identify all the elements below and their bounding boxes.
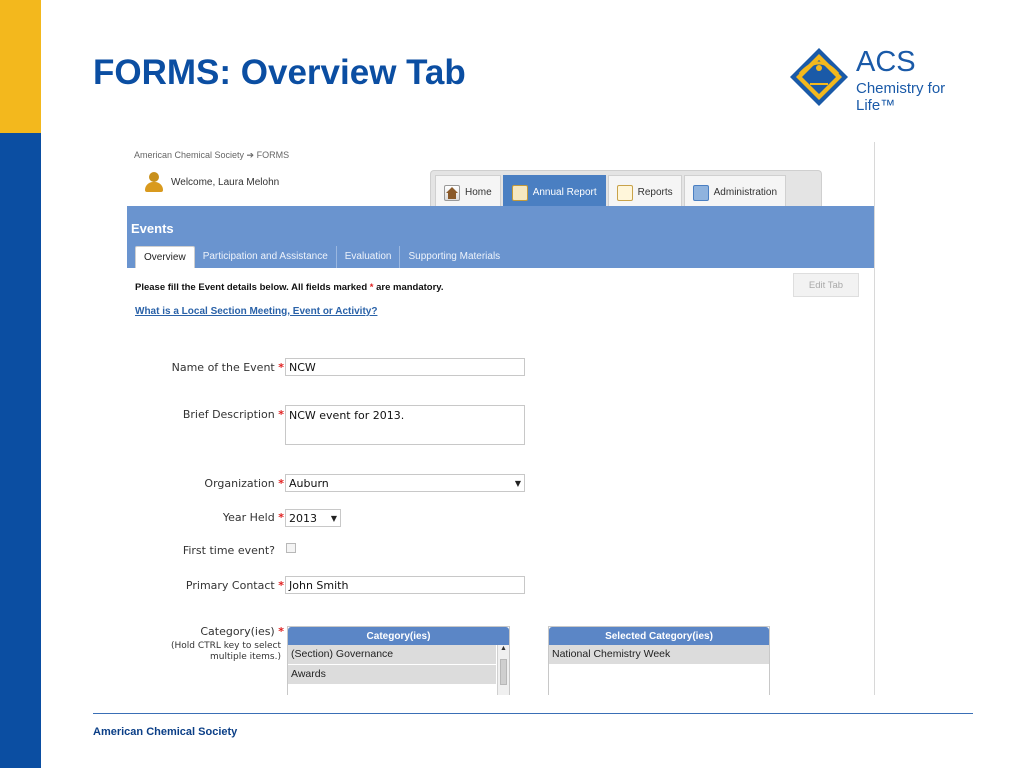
- subtabs: Overview Participation and Assistance Ev…: [135, 246, 508, 268]
- first-time-label: First time event?: [182, 544, 275, 557]
- main-nav: Home Annual Report Reports Administratio…: [430, 170, 822, 209]
- event-name-input[interactable]: NCW: [285, 358, 525, 376]
- list-item[interactable]: National Chemistry Week: [549, 645, 769, 665]
- nav-administration[interactable]: Administration: [683, 175, 786, 209]
- nav-annual-report[interactable]: Annual Report: [502, 175, 606, 209]
- home-icon: [444, 184, 460, 201]
- chevron-down-icon: ▼: [514, 478, 521, 488]
- footer-divider: [93, 713, 973, 714]
- instructions-text: Please fill the Event details below. All…: [135, 282, 370, 293]
- nav-home[interactable]: Home: [435, 175, 501, 209]
- description-textarea[interactable]: NCW event for 2013.: [285, 405, 525, 445]
- user-icon: [145, 172, 163, 192]
- edit-tab-button[interactable]: Edit Tab: [793, 273, 859, 297]
- tab-participation[interactable]: Participation and Assistance: [195, 246, 337, 268]
- organization-label-text: Organization: [204, 477, 275, 490]
- tab-overview[interactable]: Overview: [135, 246, 195, 268]
- organization-select[interactable]: Auburn ▼: [285, 474, 525, 492]
- name-label-text: Name of the Event: [171, 361, 275, 374]
- instructions-text-end: are mandatory.: [373, 282, 444, 293]
- chevron-down-icon: ▼: [330, 513, 337, 523]
- required-star-icon: *: [278, 625, 284, 638]
- acs-logo: ACS Chemistry for Life™: [786, 44, 986, 114]
- report-icon: [511, 184, 528, 201]
- scroll-up-icon[interactable]: ▲: [498, 645, 509, 652]
- category-label: Category(ies) *: [147, 625, 284, 638]
- contact-label: Primary Contact *: [147, 579, 284, 592]
- list-item[interactable]: (Section) Governance: [288, 645, 496, 665]
- nav-reports[interactable]: Reports: [607, 175, 682, 209]
- year-value: 2013: [289, 511, 317, 525]
- nav-reports-label: Reports: [637, 187, 673, 198]
- category-label-text: Category(ies): [200, 625, 275, 638]
- required-star-icon: *: [278, 579, 284, 592]
- category-hint: (Hold CTRL key to select multiple items.…: [170, 641, 281, 662]
- primary-contact-input[interactable]: John Smith: [285, 576, 525, 594]
- category-listbox[interactable]: Category(ies) (Section) Governance Award…: [287, 626, 510, 695]
- logo-tagline: Chemistry for Life™: [856, 80, 946, 114]
- contact-label-text: Primary Contact: [185, 579, 275, 592]
- description-label: Brief Description *: [147, 408, 284, 421]
- required-star-icon: *: [278, 477, 284, 490]
- embedded-app-screenshot: American Chemical Society ➔ FORMS Welcom…: [127, 142, 875, 695]
- tab-evaluation[interactable]: Evaluation: [337, 246, 401, 268]
- description-label-text: Brief Description: [182, 408, 275, 421]
- category-listbox-header: Category(ies): [288, 627, 509, 645]
- section-title: Events: [131, 221, 174, 236]
- nav-annual-report-label: Annual Report: [532, 187, 597, 198]
- slide-title: FORMS: Overview Tab: [93, 53, 466, 92]
- welcome-text: Welcome, Laura Melohn: [171, 176, 280, 188]
- organization-label: Organization *: [147, 477, 284, 490]
- category-scrollbar[interactable]: ▲: [497, 645, 509, 695]
- slide: FORMS: Overview Tab ACS Chemistry for Li…: [0, 0, 1024, 768]
- list-item[interactable]: Awards: [288, 665, 496, 685]
- required-star-icon: *: [278, 361, 284, 374]
- nav-administration-label: Administration: [713, 187, 777, 198]
- scroll-thumb[interactable]: [500, 659, 507, 685]
- selected-listbox-header: Selected Category(ies): [549, 627, 769, 645]
- admin-icon: [692, 184, 709, 201]
- help-link[interactable]: What is a Local Section Meeting, Event o…: [135, 306, 377, 317]
- left-color-bar: [0, 0, 41, 768]
- breadcrumb[interactable]: American Chemical Society ➔ FORMS: [134, 150, 289, 161]
- nav-home-label: Home: [465, 187, 492, 198]
- name-label: Name of the Event *: [147, 361, 284, 374]
- year-select[interactable]: 2013 ▼: [285, 509, 341, 527]
- selected-category-listbox[interactable]: Selected Category(ies) National Chemistr…: [548, 626, 770, 695]
- left-bar-accent: [0, 0, 41, 133]
- instructions: Please fill the Event details below. All…: [135, 282, 444, 293]
- required-star-icon: *: [278, 511, 284, 524]
- year-label: Year Held *: [147, 511, 284, 524]
- footer-text: American Chemical Society: [93, 726, 238, 738]
- clipboard-icon: [616, 184, 633, 201]
- required-star-icon: *: [278, 408, 284, 421]
- organization-value: Auburn: [289, 476, 329, 490]
- logo-name: ACS: [856, 46, 916, 78]
- year-label-text: Year Held: [222, 511, 275, 524]
- welcome-area: Welcome, Laura Melohn: [145, 172, 279, 192]
- acs-emblem-icon: [790, 48, 848, 106]
- first-time-checkbox[interactable]: [286, 543, 296, 553]
- tab-supporting-materials[interactable]: Supporting Materials: [400, 246, 508, 268]
